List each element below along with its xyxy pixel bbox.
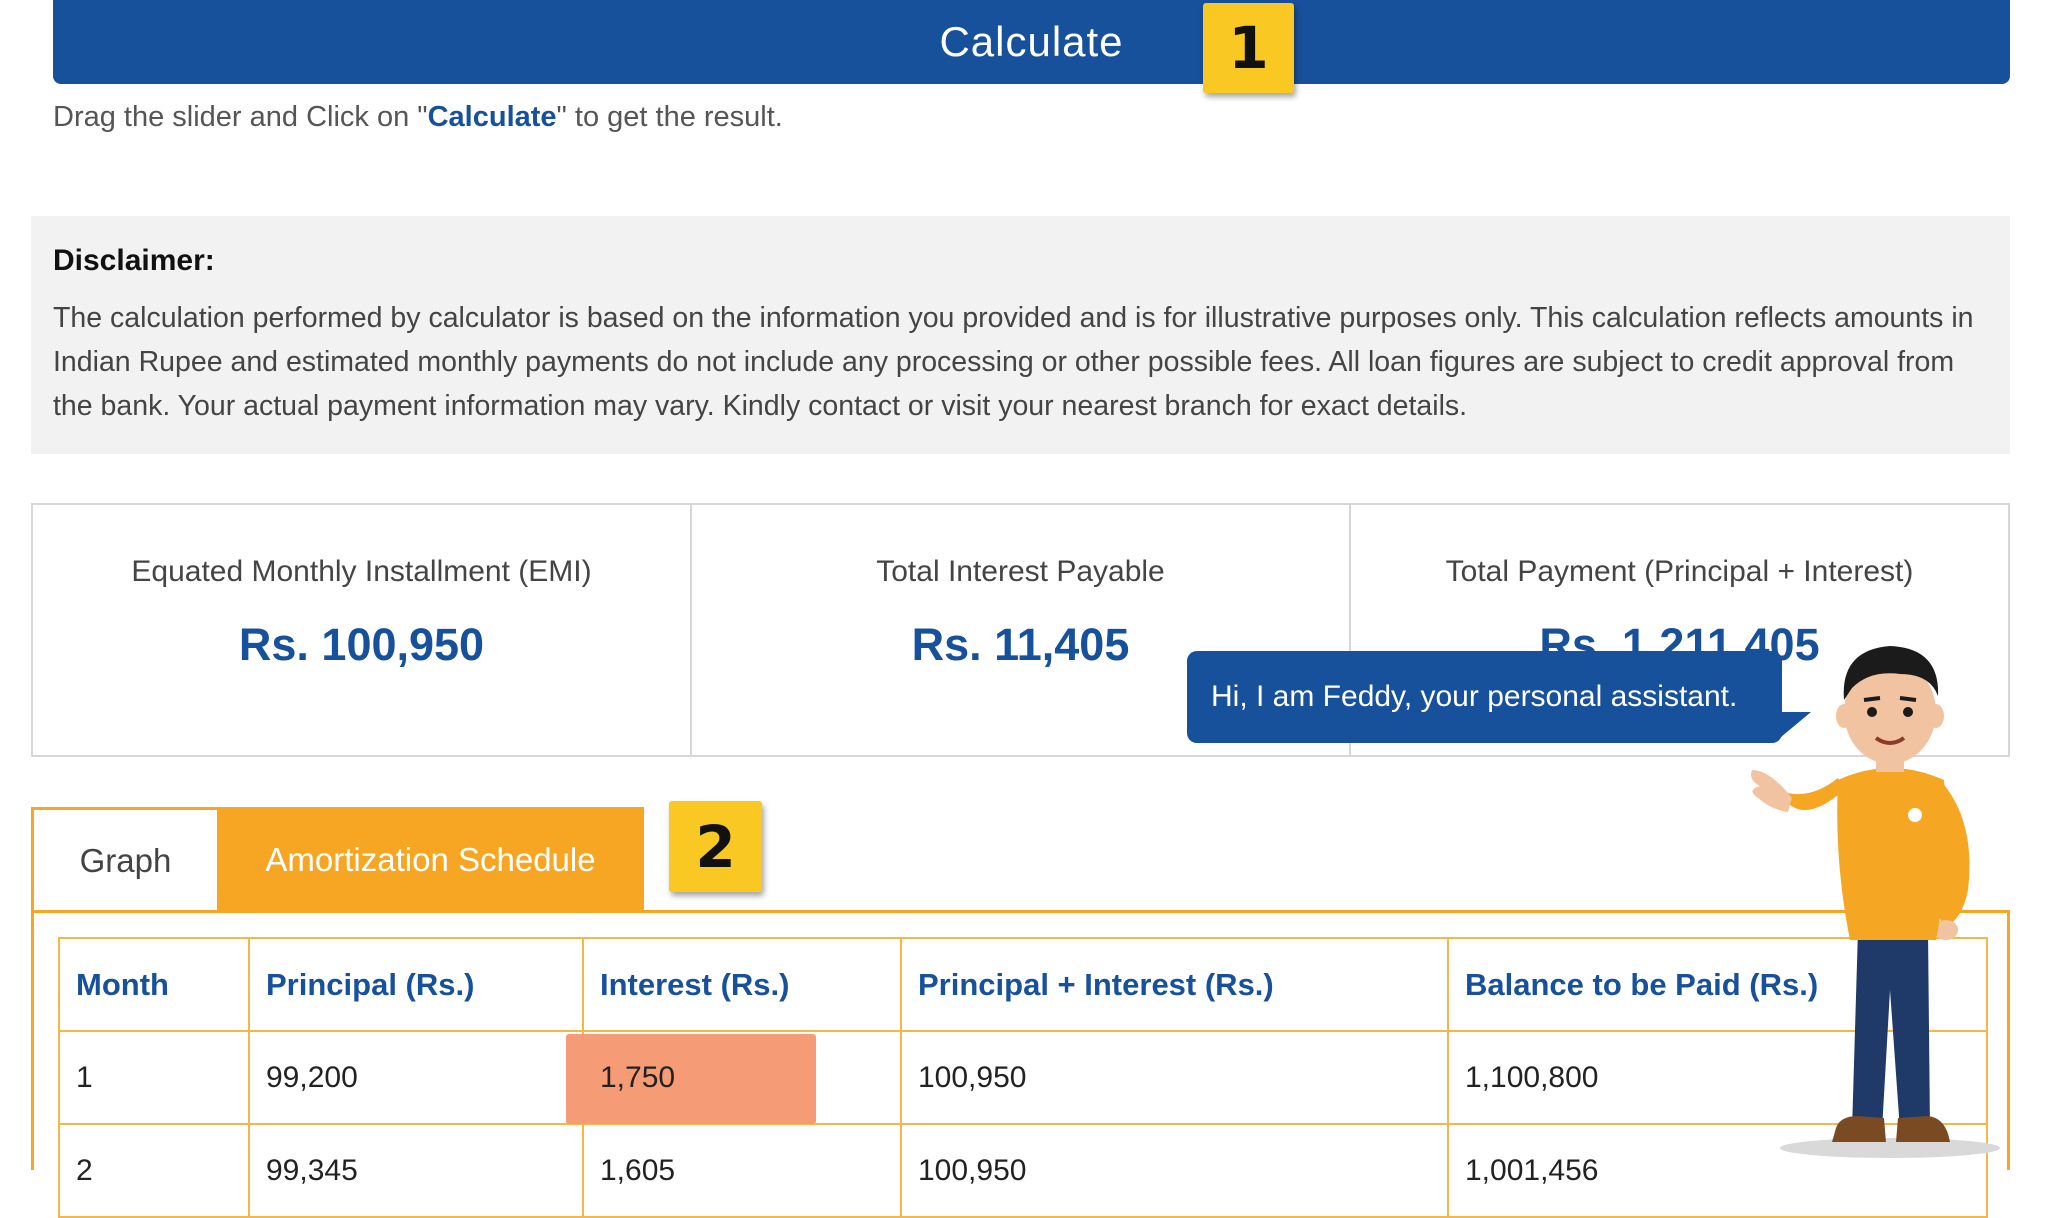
summary-emi-value: Rs. 100,950 — [238, 619, 485, 670]
step-badge-2: 2 — [669, 801, 762, 892]
cell-interest-highlighted: 1,750 — [566, 1030, 902, 1125]
assistant-chat-bubble[interactable]: Hi, I am Feddy, your personal assistant. — [1187, 651, 1782, 743]
cell-principal-interest: 100,950 — [900, 1123, 1449, 1218]
tab-graph[interactable]: Graph — [31, 807, 217, 912]
disclaimer-title: Disclaimer: — [53, 244, 215, 277]
disclaimer-panel: Disclaimer: The calculation performed by… — [31, 216, 2010, 454]
cell-interest-value: 1,750 — [600, 1060, 676, 1094]
assistant-mascot-icon[interactable] — [1740, 630, 2040, 1164]
cell-month: 1 — [58, 1030, 250, 1125]
cell-principal-interest: 100,950 — [900, 1030, 1449, 1125]
summary-total-interest-label: Total Interest Payable — [876, 555, 1165, 588]
assistant-message: Hi, I am Feddy, your personal assistant. — [1211, 680, 1738, 713]
summary-total-payment-label: Total Payment (Principal + Interest) — [1445, 555, 1914, 588]
table-row: 1 99,200 1,750 100,950 1,100,800 — [58, 1030, 1988, 1125]
column-header-principal: Principal (Rs.) — [248, 937, 584, 1032]
hint-prefix: Drag the slider and Click on " — [53, 101, 428, 133]
hint-calculate-highlight: Calculate — [427, 101, 557, 133]
summary-emi: Equated Monthly Installment (EMI) Rs. 10… — [33, 505, 692, 755]
summary-emi-label: Equated Monthly Installment (EMI) — [131, 555, 592, 588]
calculate-button[interactable]: Calculate — [53, 0, 2010, 84]
result-tabs: Graph Amortization Schedule — [31, 807, 644, 912]
table-header-row: Month Principal (Rs.) Interest (Rs.) Pri… — [58, 937, 1988, 1032]
amortization-table: Month Principal (Rs.) Interest (Rs.) Pri… — [58, 937, 1988, 1218]
hint-suffix: " to get the result. — [556, 101, 783, 133]
amortization-panel: Month Principal (Rs.) Interest (Rs.) Pri… — [31, 910, 2010, 1218]
disclaimer-text: The calculation performed by calculator … — [53, 302, 1974, 422]
column-header-interest: Interest (Rs.) — [582, 937, 902, 1032]
cell-principal: 99,345 — [248, 1123, 584, 1218]
column-header-month: Month — [58, 937, 250, 1032]
step-badge-1: 1 — [1203, 3, 1294, 93]
calculate-button-label: Calculate — [939, 18, 1124, 65]
cell-principal: 99,200 — [248, 1030, 584, 1125]
cell-month: 2 — [58, 1123, 250, 1218]
calculate-hint: Drag the slider and Click on "Calculate"… — [53, 101, 783, 134]
table-row: 2 99,345 1,605 100,950 1,001,456 — [58, 1123, 1988, 1218]
cell-interest: 1,605 — [582, 1123, 902, 1218]
column-header-principal-interest: Principal + Interest (Rs.) — [900, 937, 1449, 1032]
tab-amortization-schedule[interactable]: Amortization Schedule — [217, 807, 644, 912]
